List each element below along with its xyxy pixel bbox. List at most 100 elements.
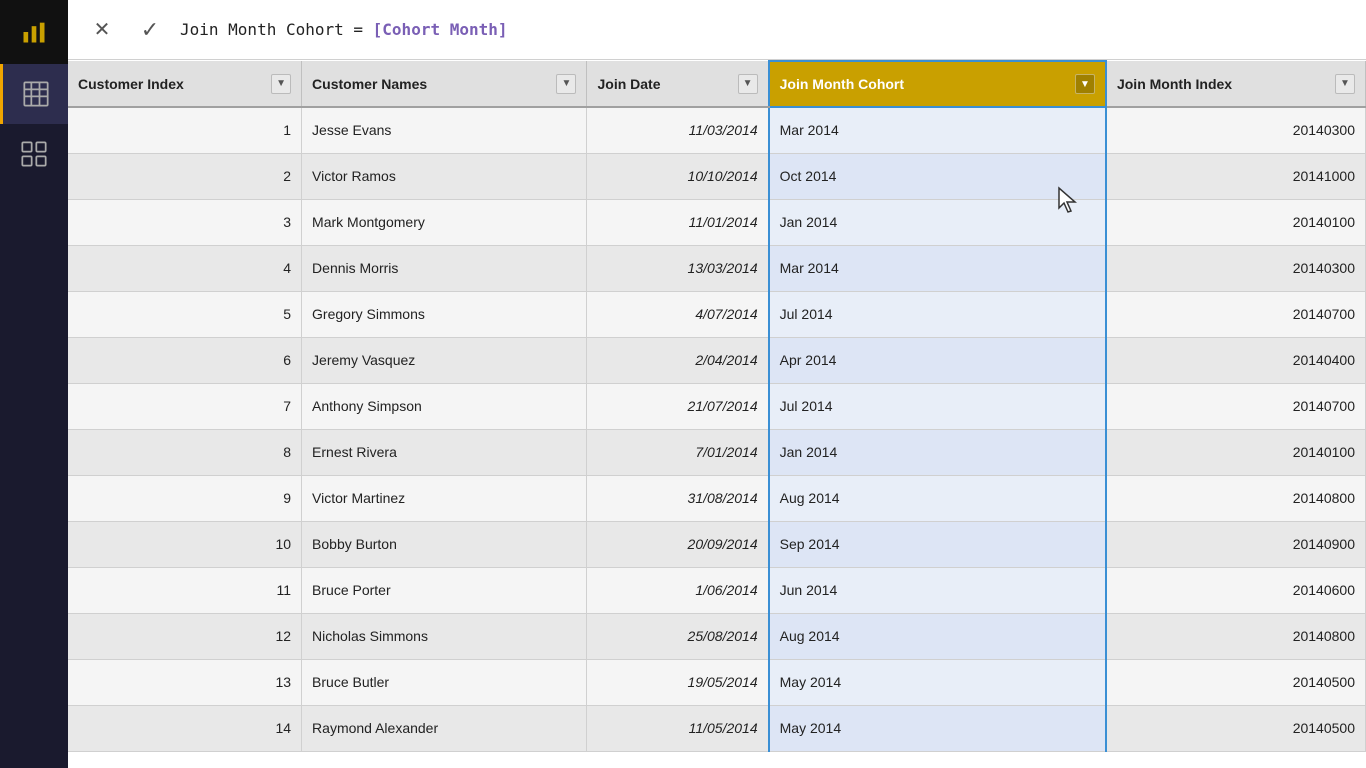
cell-date: 7/01/2014 [587, 429, 769, 475]
cell-date: 19/05/2014 [587, 659, 769, 705]
col-header-customer-index[interactable]: Customer Index ▼ [68, 61, 302, 107]
cell-date: 20/09/2014 [587, 521, 769, 567]
col-header-join-date[interactable]: Join Date ▼ [587, 61, 769, 107]
table-row[interactable]: 7 Anthony Simpson 21/07/2014 Jul 2014 20… [68, 383, 1366, 429]
dropdown-arrow-join-date[interactable]: ▼ [738, 74, 758, 94]
cell-date: 11/05/2014 [587, 705, 769, 751]
formula-bar: ✕ ✓ Join Month Cohort = [Cohort Month] [68, 0, 1366, 60]
cell-name: Gregory Simmons [302, 291, 587, 337]
table-row[interactable]: 11 Bruce Porter 1/06/2014 Jun 2014 20140… [68, 567, 1366, 613]
table-row[interactable]: 14 Raymond Alexander 11/05/2014 May 2014… [68, 705, 1366, 751]
cell-date: 11/01/2014 [587, 199, 769, 245]
cell-cohort: Aug 2014 [769, 613, 1106, 659]
cell-cohort: May 2014 [769, 659, 1106, 705]
cell-cohort: Jul 2014 [769, 383, 1106, 429]
cell-month-index: 20140400 [1106, 337, 1366, 383]
col-header-customer-names[interactable]: Customer Names ▼ [302, 61, 587, 107]
table-container[interactable]: Customer Index ▼ Customer Names ▼ Join D… [68, 60, 1366, 768]
cell-cohort: Jun 2014 [769, 567, 1106, 613]
cell-month-index: 20140700 [1106, 383, 1366, 429]
cell-month-index: 20140600 [1106, 567, 1366, 613]
cell-index: 2 [68, 153, 302, 199]
cell-index: 3 [68, 199, 302, 245]
cell-name: Bruce Porter [302, 567, 587, 613]
cell-index: 8 [68, 429, 302, 475]
cell-name: Anthony Simpson [302, 383, 587, 429]
table-row[interactable]: 12 Nicholas Simmons 25/08/2014 Aug 2014 … [68, 613, 1366, 659]
cell-index: 14 [68, 705, 302, 751]
cell-cohort: Jan 2014 [769, 199, 1106, 245]
table-row[interactable]: 9 Victor Martinez 31/08/2014 Aug 2014 20… [68, 475, 1366, 521]
cell-date: 10/10/2014 [587, 153, 769, 199]
table-row[interactable]: 10 Bobby Burton 20/09/2014 Sep 2014 2014… [68, 521, 1366, 567]
cell-date: 4/07/2014 [587, 291, 769, 337]
col-header-join-month-index[interactable]: Join Month Index ▼ [1106, 61, 1366, 107]
cell-cohort: May 2014 [769, 705, 1106, 751]
table-row[interactable]: 8 Ernest Rivera 7/01/2014 Jan 2014 20140… [68, 429, 1366, 475]
cell-name: Nicholas Simmons [302, 613, 587, 659]
cell-month-index: 20140500 [1106, 659, 1366, 705]
table-row[interactable]: 13 Bruce Butler 19/05/2014 May 2014 2014… [68, 659, 1366, 705]
table-row[interactable]: 6 Jeremy Vasquez 2/04/2014 Apr 2014 2014… [68, 337, 1366, 383]
table-row[interactable]: 1 Jesse Evans 11/03/2014 Mar 2014 201403… [68, 107, 1366, 153]
dropdown-arrow-customer-index[interactable]: ▼ [271, 74, 291, 94]
cell-index: 7 [68, 383, 302, 429]
table-header-row: Customer Index ▼ Customer Names ▼ Join D… [68, 61, 1366, 107]
cell-date: 25/08/2014 [587, 613, 769, 659]
cell-name: Bruce Butler [302, 659, 587, 705]
cell-index: 5 [68, 291, 302, 337]
cell-index: 6 [68, 337, 302, 383]
dropdown-arrow-customer-names[interactable]: ▼ [556, 74, 576, 94]
cancel-button[interactable]: ✕ [84, 12, 120, 48]
main-content: ✕ ✓ Join Month Cohort = [Cohort Month] C… [68, 0, 1366, 768]
cell-month-index: 20141000 [1106, 153, 1366, 199]
cell-month-index: 20140300 [1106, 245, 1366, 291]
cell-cohort: Jul 2014 [769, 291, 1106, 337]
confirm-button[interactable]: ✓ [132, 12, 168, 48]
cell-index: 4 [68, 245, 302, 291]
cell-date: 31/08/2014 [587, 475, 769, 521]
cell-cohort: Sep 2014 [769, 521, 1106, 567]
cell-name: Raymond Alexander [302, 705, 587, 751]
cell-name: Jeremy Vasquez [302, 337, 587, 383]
sidebar [0, 0, 68, 768]
cell-name: Victor Martinez [302, 475, 587, 521]
cell-date: 11/03/2014 [587, 107, 769, 153]
cell-cohort: Apr 2014 [769, 337, 1106, 383]
table-row[interactable]: 3 Mark Montgomery 11/01/2014 Jan 2014 20… [68, 199, 1366, 245]
cell-month-index: 20140800 [1106, 613, 1366, 659]
cell-index: 12 [68, 613, 302, 659]
cell-index: 13 [68, 659, 302, 705]
formula-highlight: [Cohort Month] [373, 20, 508, 39]
dropdown-arrow-join-month-index[interactable]: ▼ [1335, 74, 1355, 94]
cell-index: 11 [68, 567, 302, 613]
table-row[interactable]: 4 Dennis Morris 13/03/2014 Mar 2014 2014… [68, 245, 1366, 291]
cell-date: 1/06/2014 [587, 567, 769, 613]
cell-date: 2/04/2014 [587, 337, 769, 383]
cell-date: 21/07/2014 [587, 383, 769, 429]
cell-month-index: 20140800 [1106, 475, 1366, 521]
sidebar-icon-barchart[interactable] [0, 0, 68, 64]
cell-cohort: Mar 2014 [769, 245, 1106, 291]
cell-cohort: Mar 2014 [769, 107, 1106, 153]
cell-name: Mark Montgomery [302, 199, 587, 245]
data-table: Customer Index ▼ Customer Names ▼ Join D… [68, 60, 1366, 752]
cell-index: 9 [68, 475, 302, 521]
cell-name: Victor Ramos [302, 153, 587, 199]
cell-month-index: 20140500 [1106, 705, 1366, 751]
cell-cohort: Aug 2014 [769, 475, 1106, 521]
cell-cohort: Oct 2014 [769, 153, 1106, 199]
cell-name: Bobby Burton [302, 521, 587, 567]
formula-text: Join Month Cohort = [Cohort Month] [180, 20, 1350, 39]
table-row[interactable]: 5 Gregory Simmons 4/07/2014 Jul 2014 201… [68, 291, 1366, 337]
dropdown-arrow-join-month-cohort[interactable]: ▼ [1075, 74, 1095, 94]
sidebar-icon-table[interactable] [0, 64, 68, 124]
table-row[interactable]: 2 Victor Ramos 10/10/2014 Oct 2014 20141… [68, 153, 1366, 199]
cell-index: 1 [68, 107, 302, 153]
cell-name: Ernest Rivera [302, 429, 587, 475]
cell-month-index: 20140100 [1106, 429, 1366, 475]
col-header-join-month-cohort[interactable]: Join Month Cohort ▼ [769, 61, 1106, 107]
sidebar-icon-model[interactable] [0, 124, 68, 184]
cell-month-index: 20140900 [1106, 521, 1366, 567]
cell-name: Dennis Morris [302, 245, 587, 291]
